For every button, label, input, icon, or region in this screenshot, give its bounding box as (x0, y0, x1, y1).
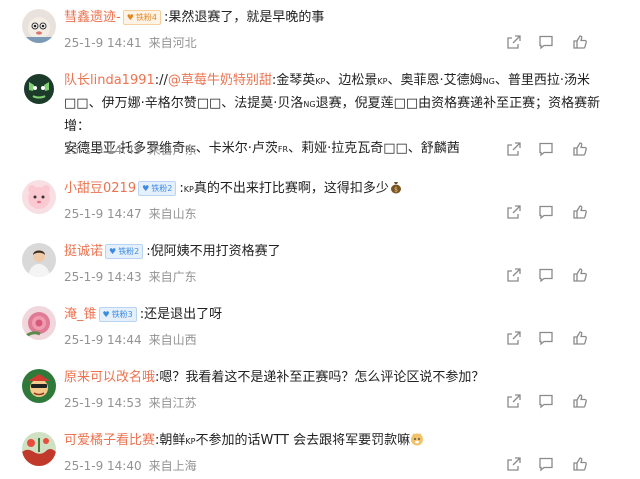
comment-text: :果然退赛了，就是早晚的事 (163, 10, 325, 25)
svg-text:$: $ (394, 187, 398, 194)
like-icon[interactable] (572, 456, 588, 472)
country-code: KP (183, 185, 194, 194)
country-code: FR (277, 145, 289, 154)
comment-location: 来自山西 (148, 333, 197, 347)
comment-meta: 25-1-9 14:40 来自上海 (64, 457, 197, 474)
avatar[interactable] (22, 72, 56, 106)
comment-icon[interactable] (538, 330, 554, 346)
comment-text: :金琴英 (271, 73, 316, 88)
comment-icon[interactable] (538, 393, 554, 409)
username[interactable]: 小甜豆0219 (64, 181, 136, 196)
share-icon[interactable] (506, 393, 522, 409)
comment-icon[interactable] (538, 267, 554, 283)
comment-text: 、边松景 (325, 73, 378, 88)
heart-icon: ♥ (109, 247, 117, 256)
country-code: KP (315, 77, 326, 86)
like-icon[interactable] (572, 267, 588, 283)
heart-icon: ♥ (142, 184, 150, 193)
comment-text: :还是退出了呀 (139, 307, 223, 322)
comment-date: 25-1-9 14:41 (64, 36, 142, 50)
avatar[interactable] (22, 180, 56, 214)
username[interactable]: 原来可以改名哦 (64, 370, 155, 385)
comment-location: 来自上海 (148, 459, 197, 473)
comment-date: 25-1-9 14:43 (64, 270, 142, 284)
comment-meta: 25-1-9 14:49 来自广东 (64, 141, 197, 158)
avatar[interactable] (22, 306, 56, 340)
comment-actions (506, 34, 616, 50)
comment-text: 、卡米尔·卢茨 (195, 141, 278, 156)
comment-meta: 25-1-9 14:44 来自山西 (64, 331, 197, 348)
comment-text: 、普里西拉·汤米 (494, 73, 590, 88)
mention-link[interactable]: @草莓牛奶特别甜 (168, 73, 272, 88)
comment-meta: 25-1-9 14:47 来自山东 (64, 205, 197, 222)
comment-date: 25-1-9 14:40 (64, 459, 142, 473)
comment-date: 25-1-9 14:47 (64, 207, 142, 221)
share-icon[interactable] (506, 456, 522, 472)
heart-icon: ♥ (126, 13, 134, 22)
fan-badge[interactable]: ♥ 铁粉3 (98, 307, 137, 322)
country-code: KP (377, 77, 388, 86)
heart-icon: ♥ (102, 310, 110, 319)
username[interactable]: 队长linda1991 (64, 73, 155, 88)
fan-badge[interactable]: ♥ 铁粉2 (138, 181, 177, 196)
comment-actions (506, 141, 616, 157)
comment-text: :倪阿姨不用打资格赛了 (146, 244, 281, 259)
share-icon[interactable] (506, 267, 522, 283)
money-bag-emoji: $ (390, 182, 401, 194)
username[interactable]: 彗鑫遗迹- (64, 10, 121, 25)
comment-location: 来自广东 (148, 270, 197, 284)
comment-text: 、莉娅·拉克瓦奇□□、舒麟茜 (288, 141, 460, 156)
username[interactable]: 可爱橘子看比赛 (64, 433, 155, 448)
share-icon[interactable] (506, 141, 522, 157)
comment-actions (506, 330, 616, 346)
comment-location: 来自广东 (148, 143, 197, 157)
comment-date: 25-1-9 14:53 (64, 396, 142, 410)
avatar[interactable] (22, 9, 56, 43)
comment-actions (506, 393, 616, 409)
comment-actions (506, 456, 616, 472)
comment-location: 来自河北 (148, 36, 197, 50)
comment-text: 真的不出来打比赛啊，这得扣多少 (193, 181, 389, 196)
comment-date: 25-1-9 14:44 (64, 333, 142, 347)
comment-meta: 25-1-9 14:53 来自江苏 (64, 394, 197, 411)
avatar[interactable] (22, 432, 56, 466)
comment-date: 25-1-9 14:49 (64, 143, 142, 157)
like-icon[interactable] (572, 34, 588, 50)
comment-text: :朝鲜 (155, 433, 186, 448)
comment-meta: 25-1-9 14:43 来自广东 (64, 268, 197, 285)
share-icon[interactable] (506, 34, 522, 50)
avatar[interactable] (22, 369, 56, 403)
like-icon[interactable] (572, 204, 588, 220)
comment-location: 来自江苏 (148, 396, 197, 410)
like-icon[interactable] (572, 330, 588, 346)
country-code: KP (185, 437, 196, 446)
share-icon[interactable] (506, 204, 522, 220)
fan-badge[interactable]: ♥ 铁粉2 (105, 244, 144, 259)
comment-actions (506, 267, 616, 283)
comment-text: :嗯？我看着这不是递补至正赛吗？怎么评论区说不参加？ (155, 370, 485, 385)
comment-meta: 25-1-9 14:41 来自河北 (64, 34, 197, 51)
comment-text: □□、伊万娜·辛格尔赞□□、法提莫·贝洛 (64, 96, 304, 111)
doge-emoji (411, 433, 424, 446)
like-icon[interactable] (572, 393, 588, 409)
comment-icon[interactable] (538, 204, 554, 220)
username[interactable]: 淹_锥 (64, 307, 97, 322)
fan-badge[interactable]: ♥ 铁粉4 (122, 10, 161, 25)
comment-icon[interactable] (538, 141, 554, 157)
comment-text: 不参加的话WTT 会去跟将军要罚款嘛 (195, 433, 411, 448)
comment-location: 来自山东 (148, 207, 197, 221)
comment-text: 、奥菲恩·艾德姆 (387, 73, 483, 88)
country-code: NG (482, 77, 495, 86)
comment-icon[interactable] (538, 34, 554, 50)
username[interactable]: 挺诚诺 (64, 244, 103, 259)
avatar[interactable] (22, 243, 56, 277)
like-icon[interactable] (572, 141, 588, 157)
comment-icon[interactable] (538, 456, 554, 472)
comment-actions (506, 204, 616, 220)
country-code: NG (303, 100, 316, 109)
share-icon[interactable] (506, 330, 522, 346)
repost-separator: :// (154, 73, 168, 88)
